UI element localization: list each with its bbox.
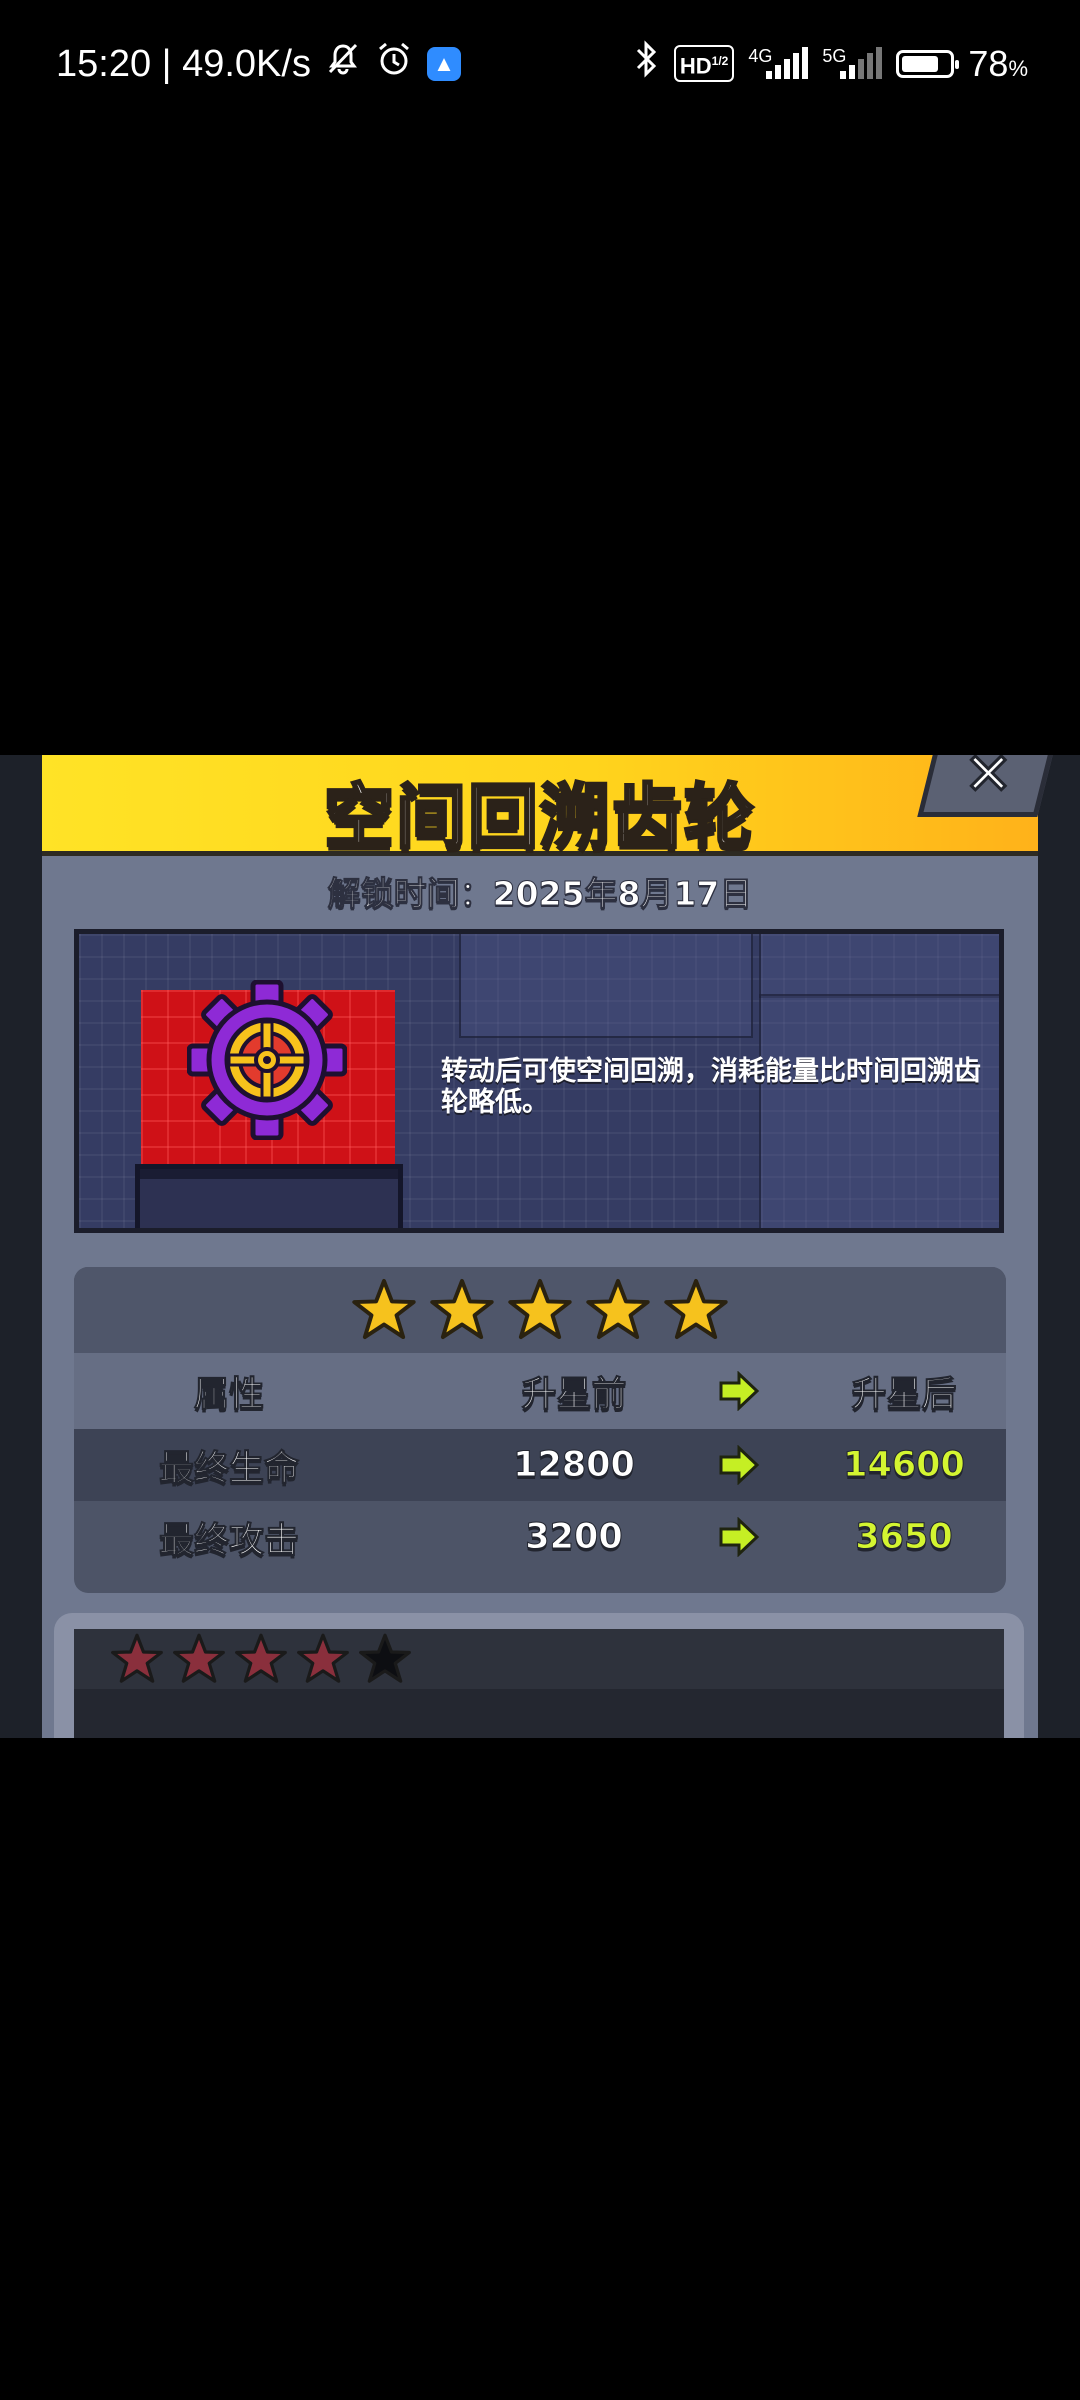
arrow-right-icon bbox=[704, 1429, 774, 1501]
star-icon bbox=[664, 1278, 728, 1340]
header-before: 升星前 bbox=[521, 1374, 627, 1415]
mute-bell-icon bbox=[325, 41, 361, 87]
star-icon bbox=[111, 1633, 163, 1683]
star-icon bbox=[586, 1278, 650, 1340]
header-after: 升星后 bbox=[851, 1374, 957, 1415]
star-upgrade-table: 属性 升星前 升星后 最终生命 12800 14600 最终攻击 3200 36… bbox=[74, 1267, 1006, 1593]
battery-fill bbox=[902, 55, 939, 72]
status-right: HD1/2 4G 5G 78% bbox=[634, 40, 1028, 87]
battery-percent: 78% bbox=[968, 42, 1028, 84]
close-button[interactable]: ✕ bbox=[917, 755, 1059, 817]
signal-bars-icon bbox=[766, 46, 809, 79]
star-icon bbox=[352, 1278, 416, 1340]
time-and-speed: 15:20 | 49.0K/s bbox=[56, 42, 311, 85]
item-preview: 转动后可使空间回溯，消耗能量比时间回溯齿轮略低。 bbox=[74, 929, 1004, 1233]
star-icon bbox=[430, 1278, 494, 1340]
star-icon bbox=[297, 1633, 349, 1683]
value-after: 3650 bbox=[855, 1517, 953, 1558]
background-block bbox=[459, 934, 753, 1038]
hd-voice-badge: HD1/2 bbox=[673, 44, 735, 83]
next-level-stars bbox=[74, 1629, 1004, 1689]
star-icon bbox=[173, 1633, 225, 1683]
pedestal bbox=[135, 1164, 403, 1228]
star-rating bbox=[74, 1267, 1006, 1353]
alarm-clock-icon bbox=[375, 40, 413, 88]
arrow-right-icon bbox=[704, 1501, 774, 1573]
gear-icon bbox=[187, 980, 347, 1140]
next-level-card bbox=[54, 1613, 1024, 1738]
value-after: 14600 bbox=[843, 1445, 966, 1486]
game-side-left bbox=[0, 755, 44, 1738]
table-row: 最终生命 12800 14600 bbox=[74, 1429, 1006, 1501]
table-header-row: 属性 升星前 升星后 bbox=[74, 1353, 1006, 1429]
status-left: 15:20 | 49.0K/s ▲ bbox=[56, 40, 461, 88]
next-level-inner bbox=[74, 1629, 1004, 1738]
game-side-right bbox=[1036, 755, 1080, 1738]
star-icon bbox=[359, 1633, 411, 1683]
attribute-name: 最终生命 bbox=[158, 1448, 299, 1489]
attribute-name: 最终攻击 bbox=[158, 1520, 299, 1561]
close-icon: ✕ bbox=[962, 755, 1014, 810]
item-description: 转动后可使空间回溯，消耗能量比时间回溯齿轮略低。 bbox=[441, 1056, 981, 1118]
status-bar: 15:20 | 49.0K/s ▲ HD1/2 4G 5G 78% bbox=[0, 0, 1080, 125]
value-before: 3200 bbox=[525, 1517, 623, 1558]
signal-bars-icon bbox=[840, 46, 883, 79]
panel-header: 空间回溯齿轮 ✕ bbox=[42, 755, 1059, 860]
star-icon bbox=[235, 1633, 287, 1683]
bluetooth-icon bbox=[634, 40, 660, 87]
signal-4g: 4G bbox=[748, 46, 809, 79]
item-title: 空间回溯齿轮 bbox=[323, 775, 756, 860]
app-notification-icon: ▲ bbox=[426, 47, 461, 81]
star-icon bbox=[508, 1278, 572, 1340]
battery-icon bbox=[896, 49, 960, 78]
game-view: 空间回溯齿轮 ✕ 解锁时间：2025年8月17日 转动后可使空间回溯，消耗能量比… bbox=[0, 755, 1080, 1738]
background-block bbox=[759, 934, 999, 998]
arrow-right-icon bbox=[704, 1353, 774, 1429]
table-row: 最终攻击 3200 3650 bbox=[74, 1501, 1006, 1573]
value-before: 12800 bbox=[513, 1445, 636, 1486]
item-detail-panel: 空间回溯齿轮 ✕ 解锁时间：2025年8月17日 转动后可使空间回溯，消耗能量比… bbox=[42, 755, 1059, 1738]
header-attribute: 属性 bbox=[193, 1374, 264, 1415]
unlock-date: 解锁时间：2025年8月17日 bbox=[327, 874, 753, 914]
signal-5g: 5G bbox=[822, 46, 883, 79]
